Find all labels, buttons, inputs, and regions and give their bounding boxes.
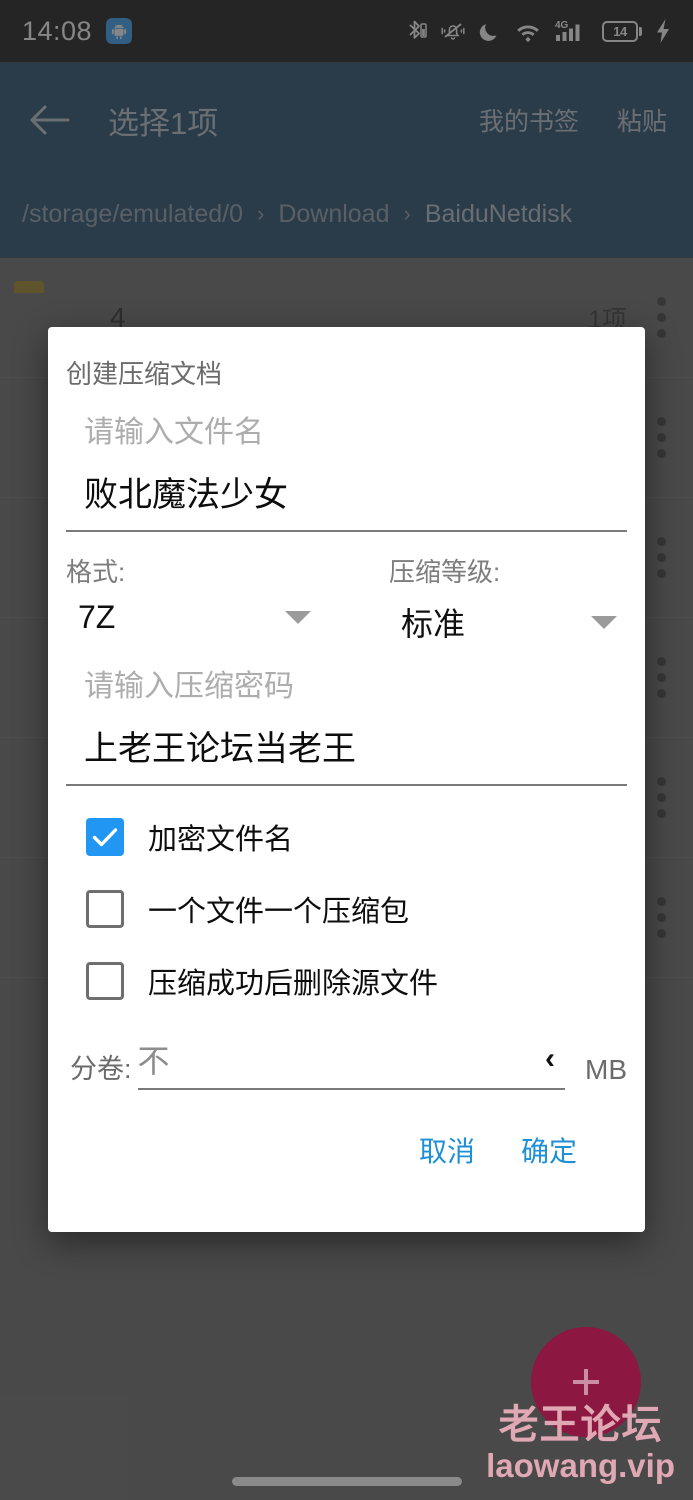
checkbox-label: 加密文件名 (148, 824, 294, 856)
format-value: 7Z (78, 599, 116, 635)
filename-field[interactable]: 请输入文件名 败北魔法少女 (66, 407, 627, 532)
navigation-gesture-bar[interactable] (231, 1477, 462, 1486)
checkbox-unchecked-icon[interactable] (86, 962, 124, 1000)
watermark: 老王论坛 laowang.vip (486, 1405, 675, 1482)
compression-level-value: 标准 (401, 606, 466, 642)
checkbox-one-archive-per-file[interactable]: 一个文件一个压缩包 (66, 888, 627, 930)
dialog-actions: 取消 确定 (66, 1090, 627, 1170)
format-level-row: 格式: 7Z 压缩等级: 标准 (66, 552, 627, 645)
chevron-down-icon[interactable] (591, 615, 617, 629)
create-archive-dialog: 创建压缩文档 请输入文件名 败北魔法少女 格式: 7Z 压缩等级: 标准 请输入… (48, 327, 645, 1232)
split-volume-row: 分卷: 不 ‹ MB (66, 1036, 627, 1090)
confirm-button[interactable]: 确定 (521, 1130, 577, 1170)
checkbox-delete-source-after-success[interactable]: 压缩成功后删除源文件 (66, 960, 627, 1002)
compression-level-select[interactable]: 压缩等级: 标准 (321, 552, 627, 645)
split-volume-value: 不 (137, 1043, 170, 1079)
password-underline (66, 784, 627, 786)
chevron-down-icon[interactable] (285, 611, 311, 624)
checkbox-label: 压缩成功后删除源文件 (148, 968, 439, 1000)
format-select[interactable]: 格式: 7Z (66, 552, 321, 645)
password-input[interactable]: 上老王论坛当老王 (66, 721, 627, 770)
watermark-line-1: 老王论坛 (498, 1403, 663, 1447)
checkbox-label: 一个文件一个压缩包 (148, 896, 410, 928)
checkbox-encrypt-filenames[interactable]: 加密文件名 (66, 816, 627, 858)
format-label: 格式: (66, 557, 126, 587)
filename-underline (66, 530, 627, 532)
phone-screen: 14:08 (0, 0, 693, 1500)
dialog-title: 创建压缩文档 (66, 359, 223, 389)
password-placeholder: 请输入压缩密码 (84, 670, 294, 703)
chevron-left-icon[interactable]: ‹ (545, 1044, 555, 1074)
watermark-line-2: laowang.vip (486, 1447, 675, 1484)
compression-level-label: 压缩等级: (389, 557, 501, 587)
checkbox-unchecked-icon[interactable] (86, 890, 124, 928)
split-volume-input[interactable]: 不 ‹ (137, 1036, 565, 1090)
cancel-button[interactable]: 取消 (419, 1130, 475, 1170)
split-volume-label: 分卷: (70, 1054, 132, 1084)
split-volume-unit: MB (585, 1054, 627, 1085)
filename-input[interactable]: 败北魔法少女 (66, 467, 627, 516)
plus-icon (573, 1369, 599, 1395)
dialog-body: 请输入文件名 败北魔法少女 格式: 7Z 压缩等级: 标准 请输入压缩密码 上老… (48, 407, 645, 1170)
checkbox-checked-icon[interactable] (86, 818, 124, 856)
filename-placeholder: 请输入文件名 (84, 416, 264, 449)
password-field[interactable]: 请输入压缩密码 上老王论坛当老王 (66, 661, 627, 786)
